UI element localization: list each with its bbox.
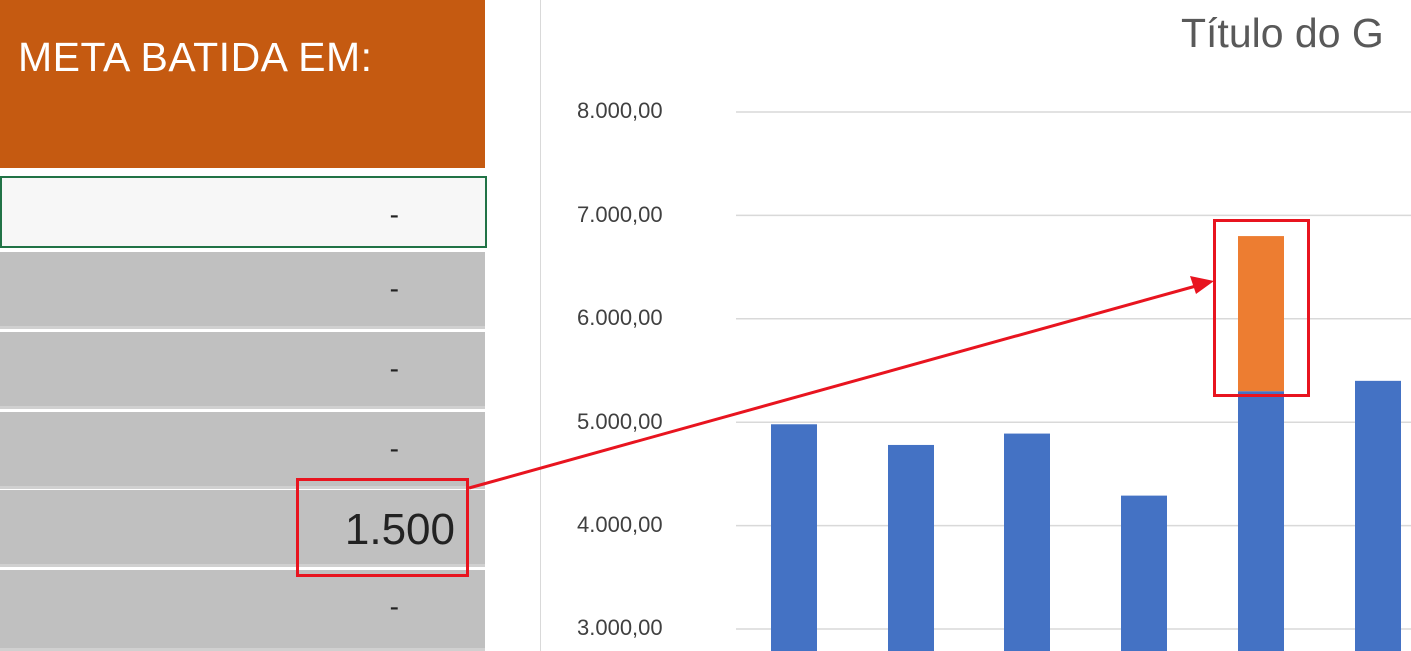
meta-header-label: META BATIDA EM:	[18, 34, 373, 80]
sheet-cell-3[interactable]: -	[0, 332, 485, 409]
cell-value: -	[389, 273, 399, 304]
cell-value: -	[389, 591, 399, 622]
bar-base-1	[771, 424, 817, 651]
spreadsheet-column: META BATIDA EM: - - - - 1.500 -	[0, 0, 540, 651]
cell-value: -	[389, 433, 399, 464]
bar-base-6	[1355, 380, 1401, 651]
chart-area[interactable]: Título do G 8.000,00 7.000,00 6.000,00 5…	[541, 0, 1411, 651]
sheet-cell-1[interactable]: -	[0, 176, 487, 248]
bar-base-4	[1121, 495, 1167, 651]
highlight-box-cell	[296, 478, 469, 577]
highlight-box-bar	[1213, 219, 1310, 397]
cell-value: -	[389, 199, 399, 230]
bar-base-5	[1238, 391, 1284, 651]
meta-header-cell[interactable]: META BATIDA EM:	[0, 0, 485, 168]
bar-base-3	[1004, 433, 1050, 651]
sheet-cell-6[interactable]: -	[0, 570, 485, 651]
cell-value: -	[389, 353, 399, 384]
bar-base-2	[888, 444, 934, 651]
sheet-cell-2[interactable]: -	[0, 252, 485, 329]
